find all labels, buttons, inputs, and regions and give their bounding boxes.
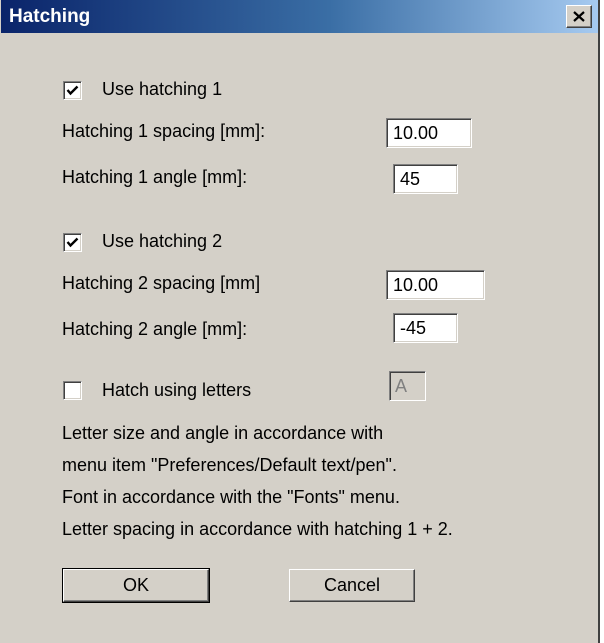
checkmark-icon [66,237,79,248]
hatching-1-spacing-input[interactable]: 10.00 [386,118,472,148]
close-button[interactable] [566,5,592,28]
cancel-button[interactable]: Cancel [289,569,415,602]
use-hatching-1-label[interactable]: Use hatching 1 [102,79,222,100]
hatch-using-letters-checkbox[interactable] [63,381,82,400]
title-bar[interactable]: Hatching [1,0,598,33]
info-line: Letter spacing in accordance with hatchi… [62,519,453,539]
info-line: menu item "Preferences/Default text/pen"… [62,455,397,475]
hatching-1-spacing-label: Hatching 1 spacing [mm]: [62,121,266,141]
hatching-2-angle-input[interactable]: -45 [393,313,458,343]
use-hatching-2-label[interactable]: Use hatching 2 [102,231,222,252]
hatching-1-angle-label: Hatching 1 angle [mm]: [62,167,248,187]
hatching-dialog: Hatching Use hatching 1 Hatching 1 spaci… [0,0,600,643]
hatching-2-angle-label: Hatching 2 angle [mm]: [62,319,248,339]
hatch-letter-input[interactable]: A [389,371,426,401]
hatching-1-angle-input[interactable]: 45 [393,164,458,194]
close-icon [573,11,585,22]
checkmark-icon [66,85,79,96]
hatching-2-spacing-label: Hatching 2 spacing [mm] [62,273,261,293]
hatching-2-spacing-input[interactable]: 10.00 [386,270,485,300]
use-hatching-2-checkbox[interactable] [63,233,82,252]
info-line: Letter size and angle in accordance with [62,423,384,443]
hatch-using-letters-label[interactable]: Hatch using letters [102,380,251,401]
info-line: Font in accordance with the "Fonts" menu… [62,487,400,507]
ok-button[interactable]: OK [62,568,210,603]
use-hatching-1-checkbox[interactable] [63,81,82,100]
window-title: Hatching [9,6,91,27]
